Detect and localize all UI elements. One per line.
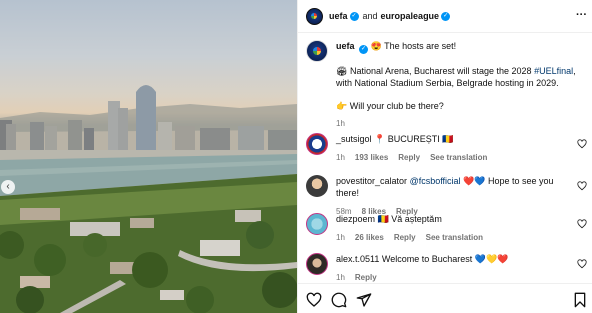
- collab-joiner: and: [362, 11, 378, 21]
- comment-time[interactable]: 1h: [336, 232, 345, 244]
- mention-link[interactable]: @fcsbofficial: [410, 176, 461, 186]
- post-side-panel: uefa ✓ and europaleague ✓ ··· uefa ✓ 😍 T…: [297, 0, 592, 313]
- emoji: 🇷🇴: [442, 134, 454, 144]
- post-action-bar: [298, 283, 592, 313]
- comment-likes[interactable]: 193 likes: [355, 152, 388, 164]
- comment-text: Vă așteptăm: [391, 214, 442, 224]
- emoji: 🇷🇴: [377, 214, 389, 224]
- comment-item: diezpoem 🇷🇴 Vă așteptăm 1h 26 likes Repl…: [306, 213, 590, 244]
- belgrade-cityscape-image: [0, 85, 297, 313]
- comment-item: alex.t.0511 Welcome to Bucharest 💙💛❤️ 1h…: [306, 253, 590, 284]
- comment-text: Welcome to Bucharest: [381, 254, 473, 264]
- commenter-avatar[interactable]: [306, 213, 328, 235]
- comment-likes[interactable]: 26 likes: [355, 232, 384, 244]
- heart-icon[interactable]: [577, 181, 587, 191]
- caption-timestamp[interactable]: 1h: [336, 118, 586, 130]
- verified-badge-icon: ✓: [359, 45, 369, 54]
- caption-text: National Arena, Bucharest will stage the…: [349, 66, 535, 76]
- emoji: ❤️💙: [463, 176, 486, 186]
- account-name-uefa[interactable]: uefa: [329, 11, 348, 21]
- caption-line-1: The hosts are set!: [384, 41, 457, 51]
- heart-icon[interactable]: [577, 139, 587, 149]
- heart-icon[interactable]: [577, 219, 587, 229]
- see-translation-button[interactable]: See translation: [426, 232, 483, 244]
- post-image[interactable]: ‹: [0, 0, 297, 313]
- commenter-avatar[interactable]: [306, 175, 328, 197]
- share-icon[interactable]: [356, 292, 372, 308]
- comment-text: BUCUREȘTI: [387, 134, 440, 144]
- reply-button[interactable]: Reply: [394, 232, 416, 244]
- emoji: 📍: [374, 134, 386, 144]
- comment-item: povestitor_calator @fcsbofficial ❤️💙 Hop…: [306, 175, 590, 218]
- verified-badge-icon: ✓: [441, 11, 451, 21]
- heart-icon[interactable]: [577, 259, 587, 269]
- comment-icon[interactable]: [331, 292, 347, 308]
- comment-item: _sutsigol 📍 BUCUREȘTI 🇷🇴 1h 193 likes Re…: [306, 133, 590, 164]
- caption-line-3: Will your club be there?: [349, 101, 444, 111]
- comment-username[interactable]: povestitor_calator: [336, 176, 407, 186]
- comment-username[interactable]: alex.t.0511: [336, 254, 379, 264]
- heart-icon[interactable]: [306, 292, 322, 308]
- account-name-europaleague[interactable]: europaleague: [381, 11, 440, 21]
- commenter-avatar[interactable]: [306, 253, 328, 275]
- post-header: uefa ✓ and europaleague ✓ ···: [298, 0, 592, 33]
- emoji: 👉: [336, 101, 348, 111]
- emoji: 🏟: [336, 66, 348, 76]
- caption-username[interactable]: uefa: [336, 41, 355, 51]
- see-translation-button[interactable]: See translation: [430, 152, 487, 164]
- emoji: 💙💛❤️: [474, 254, 509, 264]
- post-caption: uefa ✓ 😍 The hosts are set! 🏟 National A…: [306, 40, 586, 130]
- commenter-avatar[interactable]: [306, 133, 328, 155]
- verified-badge-icon: ✓: [349, 11, 359, 21]
- comment-time[interactable]: 1h: [336, 152, 345, 164]
- comment-username[interactable]: diezpoem: [336, 214, 375, 224]
- chevron-left-icon[interactable]: ‹: [1, 180, 15, 194]
- comment-username[interactable]: _sutsigol: [336, 134, 372, 144]
- more-options-icon[interactable]: ···: [576, 10, 587, 21]
- reply-button[interactable]: Reply: [398, 152, 420, 164]
- bookmark-icon[interactable]: [572, 292, 588, 308]
- caption-line-2: 🏟 National Arena, Bucharest will stage t…: [336, 65, 586, 89]
- uefa-avatar[interactable]: [306, 7, 323, 25]
- emoji: 😍: [370, 41, 382, 51]
- caption-avatar[interactable]: [306, 40, 328, 62]
- hashtag-link[interactable]: #UELfinal: [534, 66, 573, 76]
